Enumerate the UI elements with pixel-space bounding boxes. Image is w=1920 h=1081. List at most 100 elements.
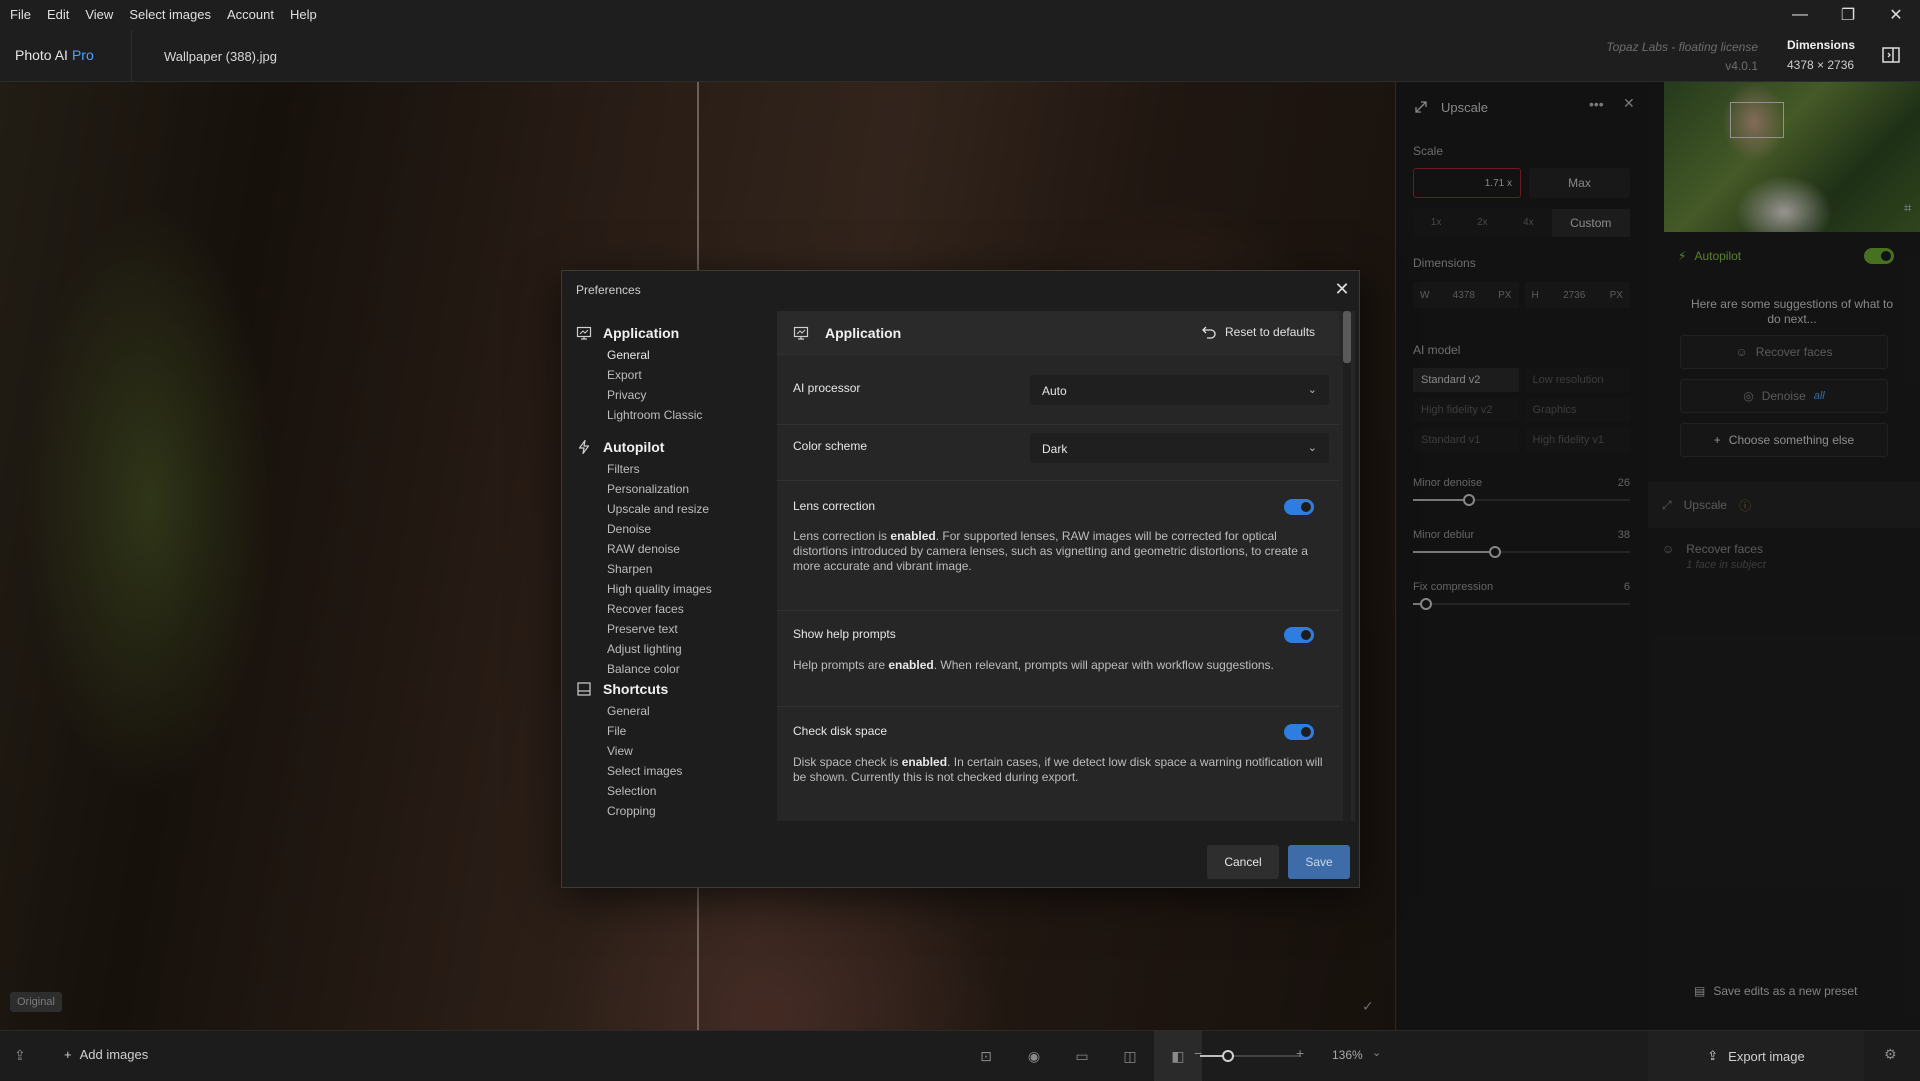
panel-toggle-icon[interactable] <box>1880 44 1904 68</box>
slider-track[interactable] <box>1413 546 1630 558</box>
nav-shortcuts-cropping[interactable]: Cropping <box>607 801 682 821</box>
nav-shortcuts-general[interactable]: General <box>607 701 682 721</box>
color-scheme-label: Color scheme <box>793 439 868 453</box>
model-high-fidelity-v2[interactable]: High fidelity v2 <box>1413 398 1519 422</box>
nav-shortcuts-file[interactable]: File <box>607 721 682 741</box>
lens-correction-toggle[interactable] <box>1284 499 1314 515</box>
model-standard-v1[interactable]: Standard v1 <box>1413 428 1519 452</box>
scale-input[interactable]: 1.71 x <box>1413 168 1521 198</box>
slider-knob[interactable] <box>1463 494 1476 506</box>
scrollbar-thumb[interactable] <box>1343 311 1351 363</box>
nav-shortcuts-select-images[interactable]: Select images <box>607 761 682 781</box>
reset-to-defaults-button[interactable]: Reset to defaults <box>1201 325 1315 339</box>
nav-autopilot-adjust-lighting[interactable]: Adjust lighting <box>607 639 712 659</box>
export-settings-icon[interactable]: ⚙ <box>1884 1046 1897 1063</box>
denoise-suggestion[interactable]: ◎ Denoise all <box>1680 379 1888 413</box>
model-low-resolution[interactable]: Low resolution <box>1524 368 1630 392</box>
fix-compression-slider[interactable]: Fix compression 6 <box>1413 581 1630 610</box>
scale-2x[interactable]: 2x <box>1459 209 1506 237</box>
restore-button[interactable]: ❐ <box>1824 0 1872 30</box>
content-scrollbar[interactable] <box>1343 311 1351 821</box>
choose-something-else-button[interactable]: + Choose something else <box>1680 423 1888 457</box>
add-images-button[interactable]: + Add images <box>64 1047 148 1062</box>
nav-application-general[interactable]: General <box>607 345 702 365</box>
menu-select-images[interactable]: Select images <box>121 0 219 30</box>
nav-head-shortcuts[interactable]: Shortcuts <box>576 679 682 699</box>
view-tools: ⊡ ◉ ▭ ◫ ◧ <box>962 1031 1202 1081</box>
minimize-button[interactable]: — <box>1776 0 1824 30</box>
menu-view[interactable]: View <box>77 0 121 30</box>
zoom-out-icon[interactable]: − <box>1194 1045 1202 1061</box>
viewport-frame[interactable] <box>1730 102 1784 138</box>
more-options-icon[interactable]: ••• <box>1589 96 1604 112</box>
model-standard-v2[interactable]: Standard v2 <box>1413 368 1519 392</box>
disk-space-row: Check disk space Disk space check is ena… <box>777 707 1339 821</box>
nav-application-lightroom[interactable]: Lightroom Classic <box>607 405 702 425</box>
model-high-fidelity-v1[interactable]: High fidelity v1 <box>1524 428 1630 452</box>
slider-knob[interactable] <box>1420 598 1433 610</box>
nav-autopilot-recover-faces[interactable]: Recover faces <box>607 599 712 619</box>
nav-application-export[interactable]: Export <box>607 365 702 385</box>
cancel-button[interactable]: Cancel <box>1207 845 1279 879</box>
ai-processor-select[interactable]: Auto ⌄ <box>1030 375 1329 405</box>
nav-autopilot-raw-denoise[interactable]: RAW denoise <box>607 539 712 559</box>
slider-track[interactable] <box>1413 494 1630 506</box>
nav-head-application[interactable]: Application <box>576 323 702 343</box>
recover-faces-suggestion[interactable]: ☺ Recover faces <box>1680 335 1888 369</box>
color-scheme-select[interactable]: Dark ⌄ <box>1030 433 1329 463</box>
scale-4x[interactable]: 4x <box>1505 209 1552 237</box>
nav-autopilot-personalization[interactable]: Personalization <box>607 479 712 499</box>
export-label: Export image <box>1728 1048 1805 1064</box>
zoom-value[interactable]: 136% <box>1332 1048 1363 1062</box>
autopilot-toggle[interactable] <box>1864 248 1894 264</box>
export-image-button[interactable]: ⇪ Export image <box>1648 1031 1864 1081</box>
slider-knob[interactable] <box>1489 546 1502 558</box>
minor-denoise-slider[interactable]: Minor denoise 26 <box>1413 477 1630 506</box>
save-preset-button[interactable]: ▤ Save edits as a new preset <box>1694 984 1857 998</box>
nav-autopilot-balance-color[interactable]: Balance color <box>607 659 712 679</box>
side-by-side-icon[interactable]: ◫ <box>1106 1048 1154 1065</box>
nav-autopilot-upscale[interactable]: Upscale and resize <box>607 499 712 519</box>
close-icon[interactable]: ✕ <box>1332 279 1352 299</box>
scale-1x[interactable]: 1x <box>1413 209 1460 237</box>
nav-autopilot-high-quality[interactable]: High quality images <box>607 579 712 599</box>
model-graphics[interactable]: Graphics <box>1524 398 1630 422</box>
nav-autopilot-sharpen[interactable]: Sharpen <box>607 559 712 579</box>
nav-head-autopilot[interactable]: Autopilot <box>576 437 712 457</box>
menu-account[interactable]: Account <box>219 0 282 30</box>
nav-shortcuts-selection[interactable]: Selection <box>607 781 682 801</box>
upload-icon[interactable]: ⇪ <box>14 1047 26 1064</box>
crop-icon[interactable]: ⌗ <box>1904 200 1911 216</box>
single-view-icon[interactable]: ▭ <box>1058 1048 1106 1065</box>
disk-space-toggle[interactable] <box>1284 724 1314 740</box>
save-button[interactable]: Save <box>1288 845 1350 879</box>
navigator-thumbnail[interactable]: ⌗ <box>1664 82 1920 232</box>
scale-custom[interactable]: Custom <box>1551 209 1630 237</box>
nav-autopilot-preserve-text[interactable]: Preserve text <box>607 619 712 639</box>
zoom-slider[interactable] <box>1200 1050 1300 1062</box>
height-field[interactable]: H 2736 PX <box>1524 282 1630 308</box>
chevron-down-icon[interactable]: ⌄ <box>1372 1046 1381 1059</box>
nav-autopilot-denoise[interactable]: Denoise <box>607 519 712 539</box>
close-panel-icon[interactable]: ✕ <box>1623 95 1635 112</box>
width-field[interactable]: W 4378 PX <box>1413 282 1519 308</box>
eye-icon[interactable]: ◉ <box>1010 1048 1058 1065</box>
max-button[interactable]: Max <box>1529 168 1630 198</box>
zoom-in-icon[interactable]: + <box>1296 1045 1304 1061</box>
menu-file[interactable]: File <box>0 0 39 30</box>
menu-edit[interactable]: Edit <box>39 0 77 30</box>
help-prompts-toggle[interactable] <box>1284 627 1314 643</box>
nav-application-privacy[interactable]: Privacy <box>607 385 702 405</box>
focus-icon[interactable]: ⊡ <box>962 1048 1010 1065</box>
nav-autopilot-filters[interactable]: Filters <box>607 459 712 479</box>
nav-shortcuts-view[interactable]: View <box>607 741 682 761</box>
zoom-knob[interactable] <box>1222 1050 1234 1062</box>
preferences-nav: Application General Export Privacy Light… <box>562 311 777 841</box>
minor-deblur-slider[interactable]: Minor deblur 38 <box>1413 529 1630 558</box>
menu-help[interactable]: Help <box>282 0 325 30</box>
upscale-filter-item[interactable]: ⤢ Upscale ⓘ <box>1648 482 1920 528</box>
slider-track[interactable] <box>1413 598 1630 610</box>
recover-faces-filter-item[interactable]: ☺ Recover faces 1 face in subject <box>1662 542 1766 571</box>
file-tab[interactable]: Wallpaper (388).jpg <box>164 49 277 64</box>
close-window-button[interactable]: ✕ <box>1872 0 1920 30</box>
